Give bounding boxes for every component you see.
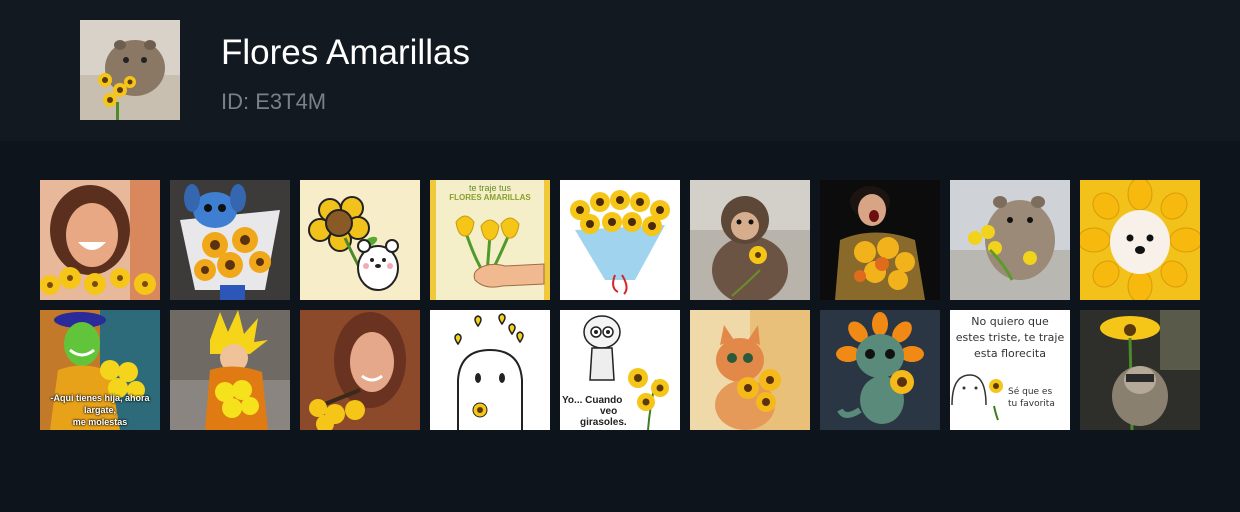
dinosaur-sunflower-icon: [820, 310, 940, 430]
sticker-cat-sunflowers[interactable]: [690, 310, 810, 430]
pack-thumbnail-hamster-icon: [80, 20, 180, 120]
sad-doodle-sunflower-icon: [950, 310, 1070, 430]
sticker-monkey-sunflower[interactable]: [690, 180, 810, 300]
sticker-mask-man-flowers[interactable]: -Aqui tienes hija, ahora largate, me mol…: [40, 310, 160, 430]
goku-bouquet-icon: [170, 310, 290, 430]
raccoon-sunflower-icon: [1080, 310, 1200, 430]
sticker-hamster-yellow-flowers[interactable]: [950, 180, 1070, 300]
sticker-bear-sunflower[interactable]: [300, 180, 420, 300]
caption-line-1: Yo... Cuando: [562, 395, 623, 406]
sticker-stitch-bouquet[interactable]: [170, 180, 290, 300]
sticker-cartoon-girl-sunflowers[interactable]: Yo... Cuando veo girasoles.: [560, 310, 680, 430]
sticker-laughing-woman-bouquet[interactable]: [820, 180, 940, 300]
flork-sunflower-icon: [430, 310, 550, 430]
hamster-yellow-flowers-icon: [950, 180, 1070, 300]
pack-id: ID: E3T4M: [221, 89, 327, 114]
pack-header: Flores Amarillas ID: E3T4M: [0, 0, 1240, 141]
sticker-goku-bouquet[interactable]: [170, 310, 290, 430]
smiling-woman-sunflowers-icon: [40, 180, 160, 300]
sticker-grid: te traje tus FLORES AMARILLAS -Aqui tien…: [40, 180, 1200, 430]
sticker-sad-doodle-sunflower[interactable]: No quiero que estes triste, te traje est…: [950, 310, 1070, 430]
stitch-bouquet-icon: [170, 180, 290, 300]
caption-line-3: girasoles.: [580, 417, 627, 428]
sticker-dog-sunflower-costume[interactable]: [1080, 180, 1200, 300]
laughing-woman-bouquet-icon: [820, 180, 940, 300]
sunflower-bouquet-icon: [560, 180, 680, 300]
pack-title: Flores Amarillas: [221, 33, 470, 72]
sticker-smiling-woman-sunflowers[interactable]: [40, 180, 160, 300]
cat-sunflowers-icon: [690, 310, 810, 430]
woman-sunflowers-icon: [300, 310, 420, 430]
cartoon-girl-sunflowers-icon: [560, 310, 680, 430]
sticker-hand-yellow-tulips[interactable]: te traje tus FLORES AMARILLAS: [430, 180, 550, 300]
caption-line-2: me molestas: [72, 417, 128, 427]
caption-line-1: No quiero que: [971, 315, 1049, 328]
side-line-2: tu favorita: [1008, 399, 1055, 409]
caption-line-3: esta florecita: [974, 347, 1046, 360]
sticker-flork-sunflower[interactable]: [430, 310, 550, 430]
sticker-sunflower-bouquet[interactable]: [560, 180, 680, 300]
sticker-raccoon-sunflower[interactable]: [1080, 310, 1200, 430]
dog-sunflower-costume-icon: [1080, 180, 1200, 300]
monkey-sunflower-icon: [690, 180, 810, 300]
caption-line-2: FLORES AMARILLAS: [449, 193, 531, 202]
sticker-dinosaur-sunflower[interactable]: [820, 310, 940, 430]
sticker-woman-sunflowers[interactable]: [300, 310, 420, 430]
side-line-1: Sé que es: [1008, 387, 1053, 397]
bear-sunflower-icon: [300, 180, 420, 300]
caption-line-2: estes triste, te traje: [955, 331, 1065, 344]
caption-line-1: -Aqui tienes hija, ahora largate,: [50, 393, 150, 415]
